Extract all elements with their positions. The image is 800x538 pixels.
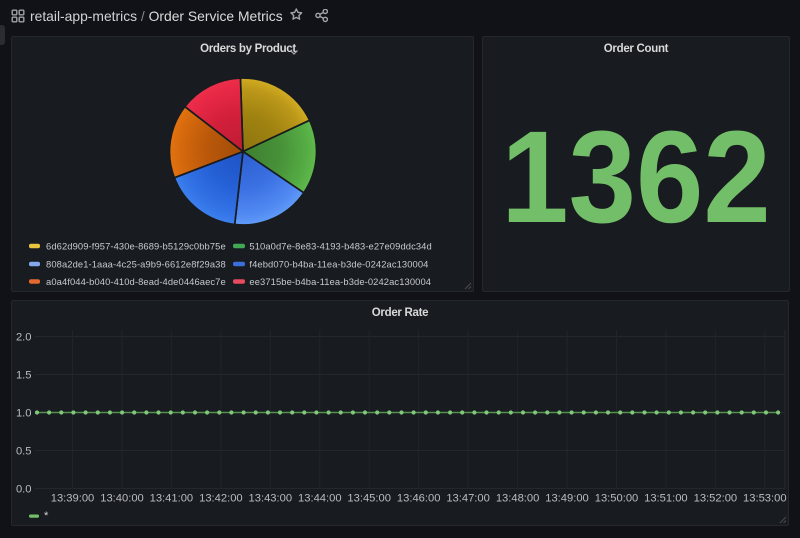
svg-text:13:48:00: 13:48:00 (496, 493, 540, 505)
svg-text:13:53:00: 13:53:00 (743, 493, 787, 505)
svg-text:6d62d909-f957-430e-8689-b5129c: 6d62d909-f957-430e-8689-b5129c0bb75e (46, 241, 226, 252)
svg-text:13:41:00: 13:41:00 (150, 493, 194, 505)
svg-text:13:49:00: 13:49:00 (545, 493, 589, 505)
svg-text:13:39:00: 13:39:00 (51, 493, 95, 505)
svg-text:0.0: 0.0 (16, 484, 32, 496)
svg-text:2.0: 2.0 (16, 332, 32, 344)
svg-text:13:50:00: 13:50:00 (595, 493, 639, 505)
svg-text:ee3715be-b4ba-11ea-b3de-0242ac: ee3715be-b4ba-11ea-b3de-0242ac130004 (249, 276, 431, 287)
svg-text:13:51:00: 13:51:00 (644, 493, 688, 505)
svg-text:808a2de1-1aaa-4c25-a9b9-6612e8: 808a2de1-1aaa-4c25-a9b9-6612e8f29a38 (46, 259, 226, 270)
svg-text:1.5: 1.5 (16, 370, 32, 382)
svg-text:0.5: 0.5 (16, 446, 32, 458)
svg-text:13:47:00: 13:47:00 (446, 493, 490, 505)
svg-text:*: * (44, 510, 49, 522)
svg-text:13:44:00: 13:44:00 (298, 493, 342, 505)
svg-text:a0a4f044-b040-410d-8ead-4de044: a0a4f044-b040-410d-8ead-4de0446aec7e (46, 276, 226, 287)
svg-text:510a0d7e-8e83-4193-b483-e27e09: 510a0d7e-8e83-4193-b483-e27e09ddc34d (249, 241, 431, 252)
svg-text:1.0: 1.0 (16, 408, 32, 420)
svg-text:13:40:00: 13:40:00 (100, 493, 144, 505)
svg-text:13:43:00: 13:43:00 (249, 493, 293, 505)
svg-text:13:46:00: 13:46:00 (397, 493, 441, 505)
svg-text:f4ebd070-b4ba-11ea-b3de-0242ac: f4ebd070-b4ba-11ea-b3de-0242ac130004 (249, 259, 428, 270)
svg-text:13:52:00: 13:52:00 (694, 493, 738, 505)
svg-text:13:42:00: 13:42:00 (199, 493, 243, 505)
svg-text:13:45:00: 13:45:00 (347, 493, 391, 505)
